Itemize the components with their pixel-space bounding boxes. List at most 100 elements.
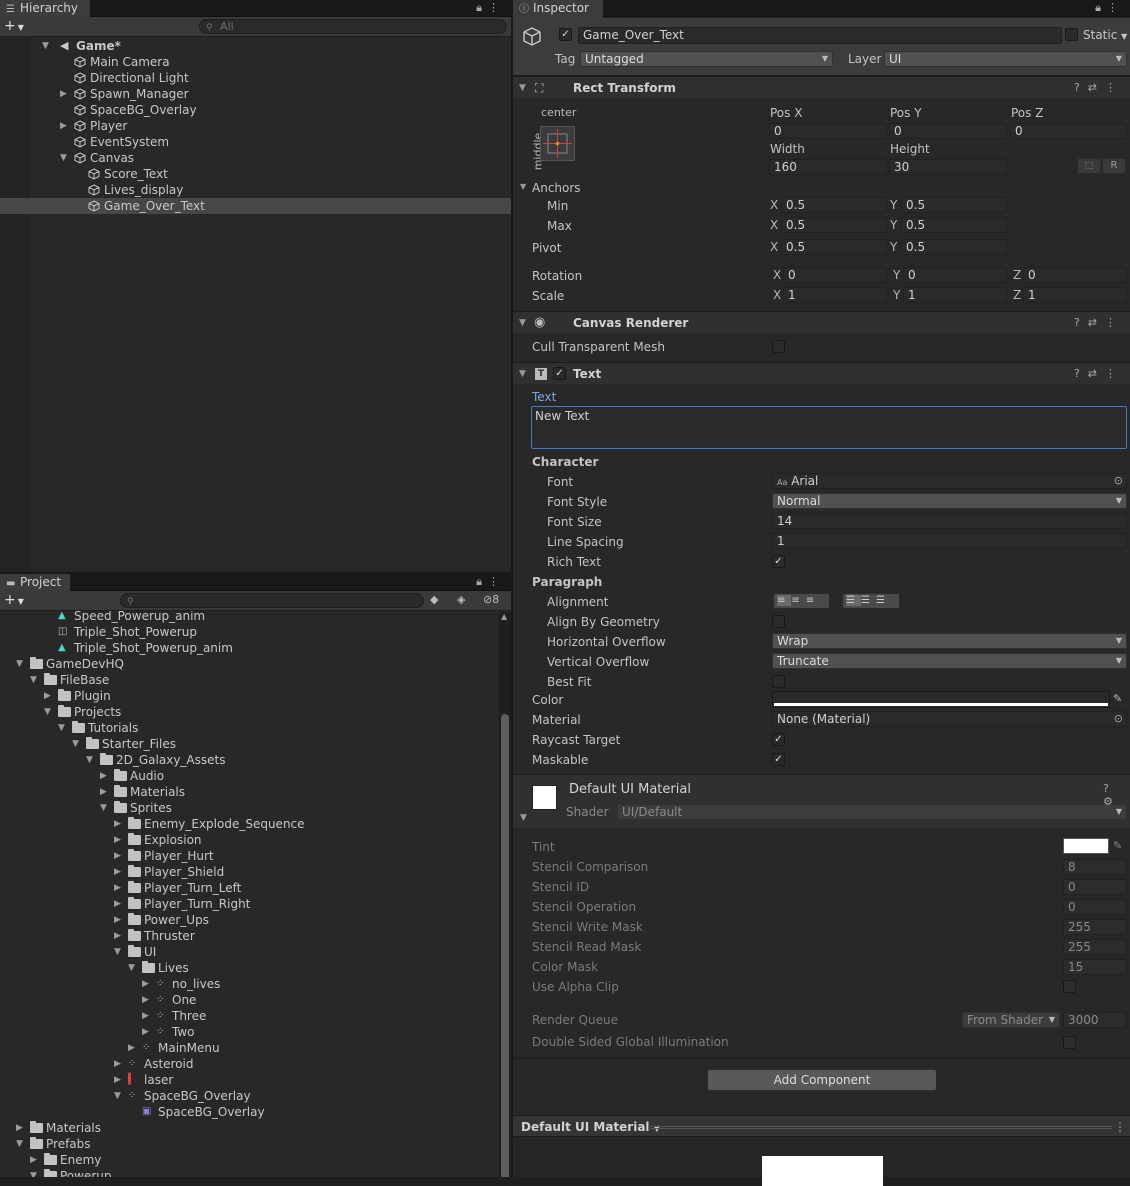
preview-selector[interactable]: Default UI Material ▼ — [521, 1116, 660, 1140]
project-tree-item[interactable]: ▶ Player_Turn_Left — [0, 880, 499, 896]
hierarchy-item[interactable]: Lives_display — [0, 182, 511, 198]
project-tree-item[interactable]: ▶ Player_Hurt — [0, 848, 499, 864]
expand-arrow-down-icon[interactable]: ▼ — [30, 672, 37, 688]
foldout-arrow-icon[interactable]: ▼ — [519, 363, 526, 385]
material-field[interactable]: None (Material) ⊙ — [772, 711, 1127, 727]
material-property-field[interactable]: 0 — [1063, 899, 1127, 915]
render-queue-field[interactable]: 3000 — [1063, 1012, 1127, 1028]
hierarchy-item[interactable]: EventSystem — [0, 134, 511, 150]
expand-arrow-right-icon[interactable]: ▶ — [128, 1040, 135, 1056]
project-tree-item[interactable]: ▶ ⁘ One — [0, 992, 499, 1008]
expand-arrow-down-icon[interactable]: ▼ — [114, 1088, 121, 1104]
scale-y-axis-label[interactable]: Y — [893, 287, 900, 303]
double-sided-gi-toggle[interactable] — [1063, 1036, 1076, 1049]
object-active-toggle[interactable]: ✓ — [559, 28, 572, 41]
presets-icon[interactable]: ⇄ — [1088, 81, 1105, 94]
max-x-field[interactable]: 0.5 — [781, 217, 887, 233]
pivot-x-axis-label[interactable]: X — [770, 239, 778, 255]
anchor-presets-button[interactable] — [540, 126, 575, 161]
expand-arrow-right-icon[interactable]: ▶ — [114, 832, 121, 848]
min-y-axis-label[interactable]: Y — [890, 197, 897, 213]
pivot-x-field[interactable]: 0.5 — [781, 239, 887, 255]
cull-transparent-mesh-toggle[interactable] — [772, 340, 785, 353]
expand-arrow-down-icon[interactable]: ▼ — [16, 1136, 23, 1152]
project-tree-item[interactable]: ▼ Powerup — [0, 1168, 499, 1177]
expand-arrow-down-icon[interactable]: ▼ — [128, 960, 135, 976]
help-icon[interactable]: ? — [1103, 782, 1115, 795]
project-tree-item[interactable]: ▲ Triple_Shot_Powerup_anim — [0, 640, 499, 656]
max-x-axis-label[interactable]: X — [770, 217, 778, 233]
help-icon[interactable]: ? — [1074, 81, 1088, 94]
expand-arrow-down-icon[interactable]: ▼ — [60, 150, 67, 166]
expand-arrow-right-icon[interactable]: ▶ — [100, 784, 107, 800]
hierarchy-item[interactable]: ▶ Spawn_Manager — [0, 86, 511, 102]
project-tree-item[interactable]: ▼ 2D_Galaxy_Assets — [0, 752, 499, 768]
project-tree-item[interactable]: ◫ Triple_Shot_Powerup — [0, 624, 499, 640]
project-tree-item[interactable]: ▼ Tutorials — [0, 720, 499, 736]
vertical-splitter[interactable] — [511, 0, 513, 1177]
hidden-packages-icon[interactable]: ⊘8 — [483, 593, 499, 606]
posy-field[interactable]: 0 — [889, 123, 1007, 139]
rotation-y-axis-label[interactable]: Y — [893, 267, 900, 283]
project-tree-item[interactable]: ▲ Speed_Powerup_anim — [0, 611, 499, 624]
rect-transform-header[interactable]: ▼ ⛶ Rect Transform ?⇄⋮ — [513, 76, 1130, 98]
scale-z-field[interactable]: 1 — [1023, 287, 1127, 303]
expand-arrow-right-icon[interactable]: ▶ — [142, 1008, 149, 1024]
height-field[interactable]: 30 — [889, 159, 1007, 175]
create-button[interactable]: + ▼ — [4, 18, 24, 36]
expand-arrow-right-icon[interactable]: ▶ — [114, 880, 121, 896]
anchors-foldout-arrow[interactable]: ▼ — [520, 182, 526, 191]
project-tree-item[interactable]: ▼ Starter_Files — [0, 736, 499, 752]
expand-arrow-right-icon[interactable]: ▶ — [16, 1120, 23, 1136]
object-name-field[interactable]: Game_Over_Text — [578, 27, 1062, 44]
min-y-field[interactable]: 0.5 — [901, 197, 1007, 213]
project-tree-item[interactable]: ▶ Materials — [0, 784, 499, 800]
tab-project[interactable]: ▬ Project — [0, 574, 70, 592]
expand-arrow-right-icon[interactable]: ▶ — [60, 86, 67, 102]
expand-arrow-right-icon[interactable]: ▶ — [142, 1024, 149, 1040]
project-tree-item[interactable]: ▼ Prefabs — [0, 1136, 499, 1152]
rich-text-toggle[interactable]: ✓ — [772, 555, 785, 568]
hierarchy-item[interactable]: ▼ ◀ Game* — [0, 38, 511, 54]
foldout-arrow-icon[interactable]: ▼ — [519, 77, 526, 99]
scale-z-axis-label[interactable]: Z — [1013, 287, 1021, 303]
expand-arrow-right-icon[interactable]: ▶ — [142, 976, 149, 992]
object-picker-icon[interactable]: ⊙ — [1114, 474, 1123, 488]
rotation-x-field[interactable]: 0 — [783, 267, 887, 283]
filter-by-label-icon[interactable]: ◈ — [457, 593, 465, 606]
maskable-toggle[interactable]: ✓ — [772, 753, 785, 766]
align-bottom-icon[interactable]: ☰ — [876, 595, 891, 606]
blueprint-mode-button[interactable]: ⬚ — [1077, 158, 1101, 174]
align-right-icon[interactable]: ≡ — [806, 595, 820, 606]
raw-edit-button[interactable]: R — [1102, 158, 1126, 174]
scroll-thumb[interactable] — [501, 714, 509, 1177]
expand-arrow-down-icon[interactable]: ▼ — [44, 704, 51, 720]
expand-arrow-down-icon[interactable]: ▼ — [42, 38, 49, 54]
layer-dropdown[interactable]: UI ▼ — [884, 51, 1127, 67]
align-center-icon[interactable]: ≡ — [791, 595, 805, 606]
presets-icon[interactable]: ⇄ — [1088, 367, 1105, 380]
expand-arrow-right-icon[interactable]: ▶ — [30, 1152, 37, 1168]
render-queue-mode-dropdown[interactable]: From Shader ▼ — [962, 1012, 1060, 1028]
project-tree-item[interactable]: ▶ ⁘ Asteroid — [0, 1056, 499, 1072]
rotation-x-axis-label[interactable]: X — [773, 267, 781, 283]
project-tree-item[interactable]: ▼ FileBase — [0, 672, 499, 688]
project-tree-item[interactable]: ▼ ⁘ SpaceBG_Overlay — [0, 1088, 499, 1104]
canvas-renderer-header[interactable]: ▼ ◉ Canvas Renderer ?⇄⋮ — [513, 311, 1130, 333]
project-tree-item[interactable]: ▶ Enemy_Explode_Sequence — [0, 816, 499, 832]
expand-arrow-down-icon[interactable]: ▼ — [86, 752, 93, 768]
project-tree-item[interactable]: ▶ Plugin — [0, 688, 499, 704]
material-property-field[interactable]: 255 — [1063, 919, 1127, 935]
kebab-menu-icon[interactable]: ⋮ — [488, 1, 505, 14]
align-top-icon[interactable]: ☰ — [846, 595, 861, 606]
help-icon[interactable]: ? — [1074, 316, 1088, 329]
font-size-field[interactable]: 14 — [772, 513, 1127, 529]
project-tree-item[interactable]: ▶ Explosion — [0, 832, 499, 848]
shader-dropdown[interactable]: UI/Default ▼ — [617, 804, 1127, 820]
tab-inspector[interactable]: ⓘ Inspector — [513, 0, 603, 18]
create-asset-button[interactable]: + ▼ — [4, 592, 24, 610]
project-tree-item[interactable]: ▼ UI — [0, 944, 499, 960]
posz-field[interactable]: 0 — [1010, 123, 1127, 139]
use-alpha-clip-toggle[interactable] — [1063, 980, 1076, 993]
expand-arrow-down-icon[interactable]: ▼ — [72, 736, 79, 752]
